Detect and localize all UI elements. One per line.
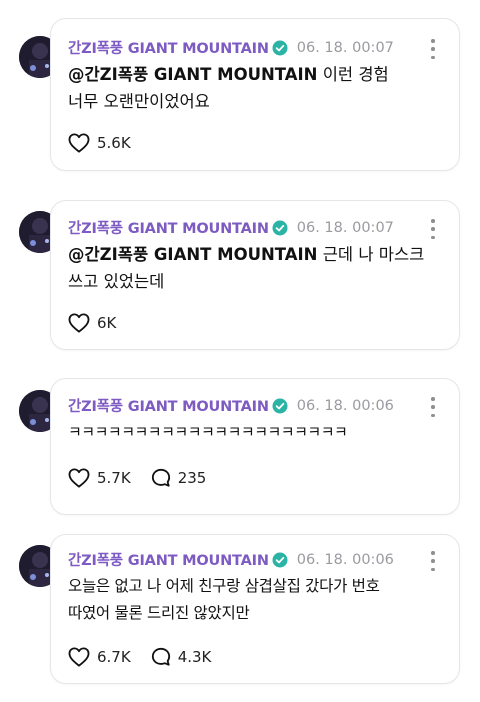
comment-button[interactable]: 235 bbox=[151, 468, 207, 488]
verified-badge-icon bbox=[272, 40, 288, 55]
verified-badge-icon bbox=[272, 552, 288, 567]
comment-bubble-icon bbox=[151, 647, 170, 666]
text-line-1: 오늘은 없고 나 어제 친구랑 삼겹살집 갔다가 번호 bbox=[68, 577, 380, 595]
mention[interactable]: @간ZI폭풍 GIANT MOUNTAIN bbox=[68, 245, 318, 264]
timestamp: 06. 18. 00:06 bbox=[296, 397, 394, 414]
comment-card[interactable]: 간ZI폭풍 GIANT MOUNTAIN 06. 18. 00:07 @간ZI폭… bbox=[50, 200, 460, 350]
text-line-2: 쓰고 있었는데 bbox=[68, 272, 165, 291]
like-button[interactable]: 6K bbox=[68, 313, 116, 333]
more-options-icon[interactable] bbox=[431, 219, 435, 239]
action-bar: 5.7K 235 bbox=[68, 468, 226, 488]
more-options-icon[interactable] bbox=[431, 39, 435, 59]
author-name[interactable]: 간ZI폭풍 GIANT MOUNTAIN bbox=[68, 37, 269, 58]
mention[interactable]: @간ZI폭풍 GIANT MOUNTAIN bbox=[68, 65, 318, 84]
like-count: 6K bbox=[97, 314, 117, 332]
like-count: 5.7K bbox=[97, 469, 131, 487]
action-bar: 6K bbox=[68, 313, 136, 333]
action-bar: 6.7K 4.3K bbox=[68, 647, 231, 667]
comment-text: 오늘은 없고 나 어제 친구랑 삼겹살집 갔다가 번호 따였어 물론 드리진 않… bbox=[68, 573, 380, 627]
comment-bubble-icon bbox=[151, 468, 170, 487]
timestamp: 06. 18. 00:07 bbox=[296, 39, 394, 56]
comment-header: 간ZI폭풍 GIANT MOUNTAIN 06. 18. 00:06 bbox=[68, 395, 394, 416]
comment-count: 4.3K bbox=[177, 648, 212, 666]
text-line-1: ㅋㅋㅋㅋㅋㅋㅋㅋㅋㅋㅋㅋㅋㅋㅋㅋㅋㅋㅋㅋㅋ bbox=[68, 423, 348, 441]
comment-count: 235 bbox=[177, 469, 207, 487]
text-line-1: 이런 경험 bbox=[317, 65, 389, 84]
timestamp: 06. 18. 00:07 bbox=[296, 219, 394, 236]
comment-header: 간ZI폭풍 GIANT MOUNTAIN 06. 18. 00:07 bbox=[68, 217, 394, 238]
comment-text: ㅋㅋㅋㅋㅋㅋㅋㅋㅋㅋㅋㅋㅋㅋㅋㅋㅋㅋㅋㅋㅋ bbox=[68, 419, 348, 446]
more-options-icon[interactable] bbox=[431, 551, 435, 571]
like-count: 5.6K bbox=[97, 134, 131, 152]
text-line-2: 너무 오랜만이었어요 bbox=[68, 92, 210, 111]
heart-icon bbox=[68, 468, 90, 488]
comment-header: 간ZI폭풍 GIANT MOUNTAIN 06. 18. 00:07 bbox=[68, 37, 394, 58]
heart-icon bbox=[68, 313, 90, 333]
verified-badge-icon bbox=[272, 398, 288, 413]
comment-text: @간ZI폭풍 GIANT MOUNTAIN 이런 경험 너무 오랜만이었어요 bbox=[68, 61, 389, 115]
like-button[interactable]: 5.7K bbox=[68, 468, 131, 488]
comment-card[interactable]: 간ZI폭풍 GIANT MOUNTAIN 06. 18. 00:07 @간ZI폭… bbox=[50, 18, 460, 171]
text-line-2: 따였어 물론 드리진 않았지만 bbox=[68, 604, 250, 622]
comment-text: @간ZI폭풍 GIANT MOUNTAIN 근데 나 마스크 쓰고 있었는데 bbox=[68, 241, 424, 295]
author-name[interactable]: 간ZI폭풍 GIANT MOUNTAIN bbox=[68, 549, 269, 570]
timestamp: 06. 18. 00:06 bbox=[296, 551, 394, 568]
heart-icon bbox=[68, 133, 90, 153]
action-bar: 5.6K bbox=[68, 133, 151, 153]
heart-icon bbox=[68, 647, 90, 667]
comment-button[interactable]: 4.3K bbox=[151, 647, 212, 667]
like-button[interactable]: 6.7K bbox=[68, 647, 131, 667]
comment-card[interactable]: 간ZI폭풍 GIANT MOUNTAIN 06. 18. 00:06 ㅋㅋㅋㅋㅋ… bbox=[50, 378, 460, 515]
like-button[interactable]: 5.6K bbox=[68, 133, 131, 153]
text-line-1: 근데 나 마스크 bbox=[317, 245, 425, 264]
comment-card[interactable]: 간ZI폭풍 GIANT MOUNTAIN 06. 18. 00:06 오늘은 없… bbox=[50, 534, 460, 684]
author-name[interactable]: 간ZI폭풍 GIANT MOUNTAIN bbox=[68, 395, 269, 416]
verified-badge-icon bbox=[272, 220, 288, 235]
comment-header: 간ZI폭풍 GIANT MOUNTAIN 06. 18. 00:06 bbox=[68, 549, 394, 570]
like-count: 6.7K bbox=[97, 648, 131, 666]
author-name[interactable]: 간ZI폭풍 GIANT MOUNTAIN bbox=[68, 217, 269, 238]
more-options-icon[interactable] bbox=[431, 397, 435, 417]
